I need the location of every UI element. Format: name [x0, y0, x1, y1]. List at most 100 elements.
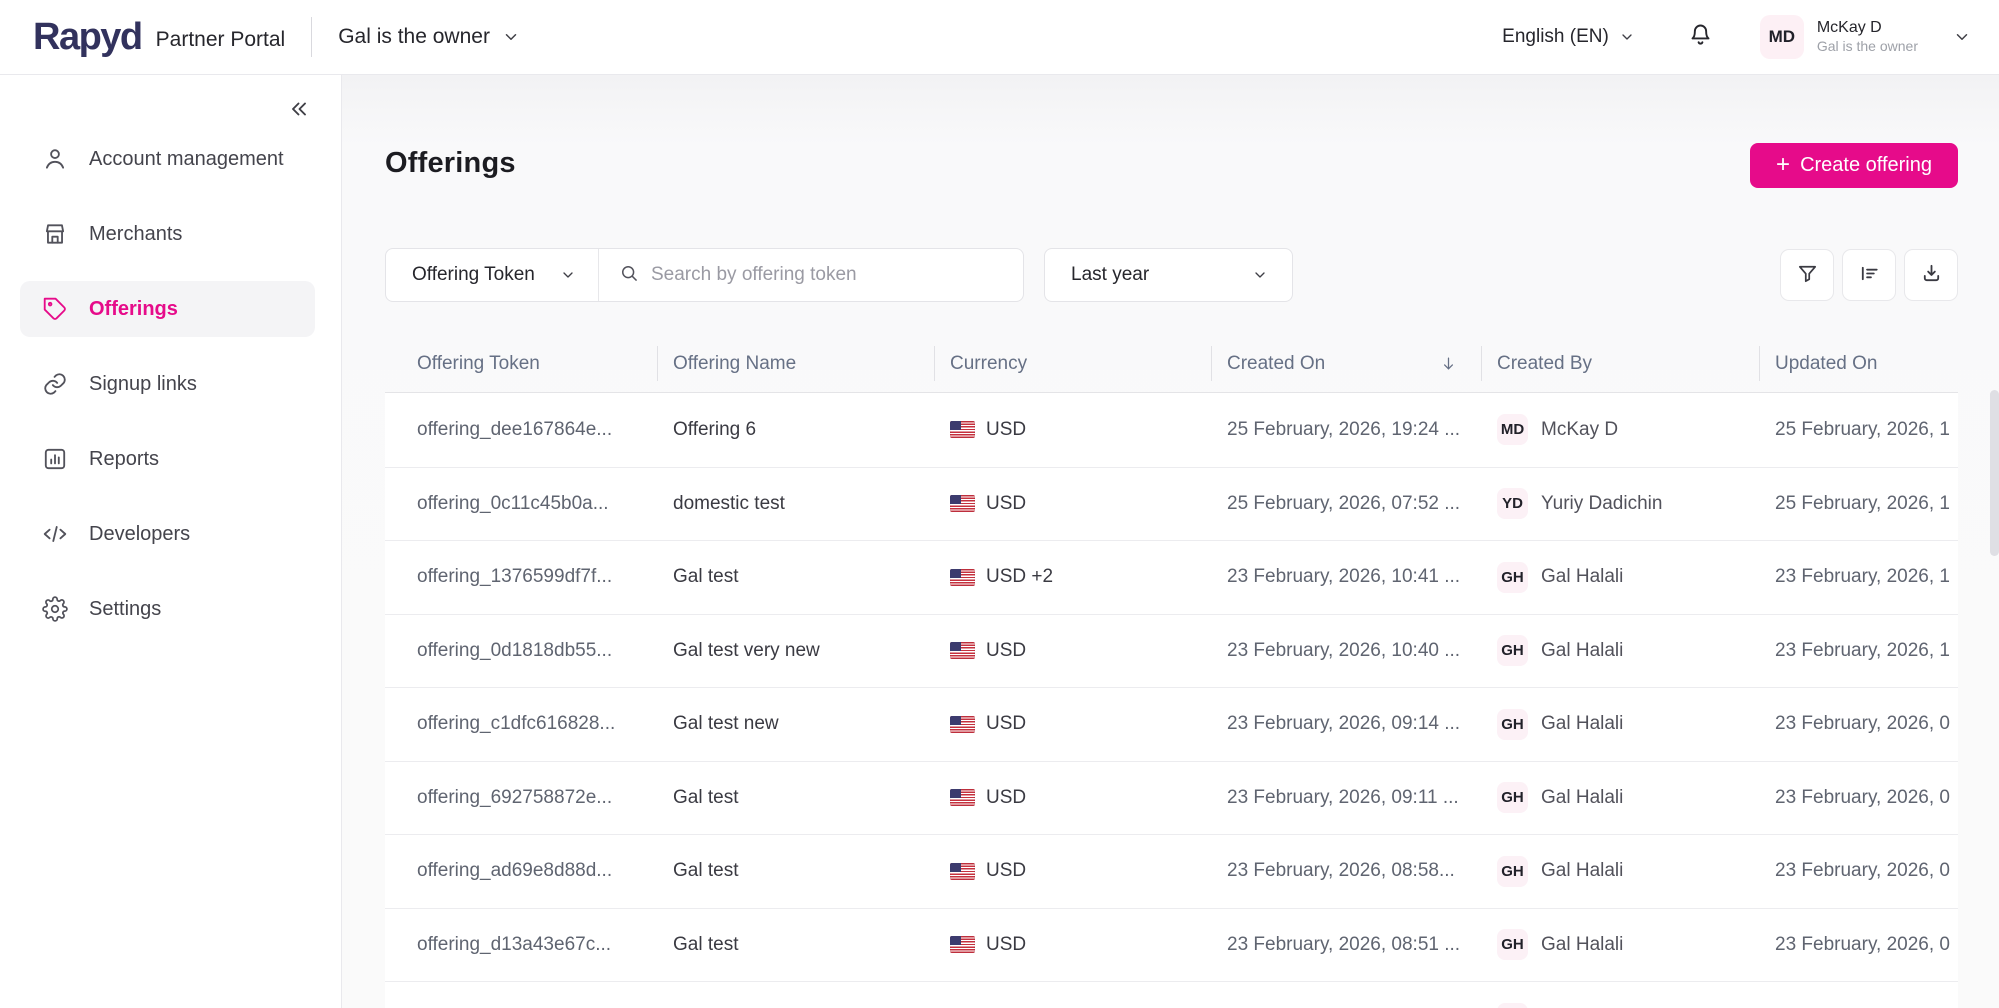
language-selector[interactable]: English (EN): [1502, 26, 1635, 48]
cell-currency: USD: [934, 934, 1211, 956]
cell-created-on: 25 February, 2026, 19:24 ...: [1227, 418, 1461, 440]
search-input[interactable]: [651, 264, 1007, 286]
download-button[interactable]: [1904, 249, 1958, 301]
sidebar-item-settings[interactable]: Settings: [20, 581, 315, 637]
user-name: McKay D: [1816, 19, 1882, 37]
creator-avatar: YD: [1497, 488, 1528, 520]
table-row[interactable]: offering_ad69e8d88d... Gal test USD 23 Febr…: [385, 834, 1958, 908]
topbar-right: English (EN) MD McKay D Gal is the owner: [1502, 15, 1971, 59]
currency-code: USD: [986, 418, 1027, 440]
cell-currency: USD: [934, 640, 1211, 662]
cell-created-by: GH Gal Halali: [1481, 708, 1759, 740]
sidebar-collapse-button[interactable]: [287, 97, 311, 123]
table-header-row: Offering Token Offering Name Currency Creat…: [385, 335, 1958, 393]
column-header-token[interactable]: Offering Token: [385, 335, 657, 392]
sidebar-item-account-management[interactable]: Account management: [20, 131, 315, 187]
filter-actions: [1780, 249, 1958, 301]
column-header-currency[interactable]: Currency: [934, 335, 1211, 392]
org-selector-dropdown[interactable]: Gal is the owner: [338, 25, 520, 49]
column-header-created_by[interactable]: Created By: [1481, 335, 1759, 392]
cell-offering-token: offering_dee167864e...: [417, 418, 613, 440]
cell-created-by: GH Gal Halali: [1481, 855, 1759, 887]
us-flag-icon: [950, 936, 975, 954]
table-row[interactable]: offering_d13a43e67c... Gal test USD 23 Febr…: [385, 907, 1958, 981]
cell-offering-name: Gal test: [673, 786, 739, 808]
column-header-updated_on[interactable]: Updated On: [1759, 335, 1958, 392]
currency-code: USD: [986, 933, 1027, 955]
double-chevron-left-icon: [287, 97, 311, 123]
notifications-button[interactable]: [1687, 21, 1714, 53]
cell-updated-on: 23 February, 2026, 1: [1775, 639, 1950, 661]
chevron-down-icon: [1619, 29, 1635, 45]
table-row[interactable]: offering_c1dfc616828... Gal test new USD 23…: [385, 687, 1958, 761]
sidebar-item-offerings[interactable]: Offerings: [20, 281, 315, 337]
cell-offering-token: offering_ad69e8d88d...: [417, 860, 613, 882]
cell-offering-name: Offering 6: [673, 418, 757, 440]
filter-button[interactable]: [1780, 249, 1834, 301]
cell-currency: USD: [934, 493, 1211, 515]
cell-updated-on: 23 February, 2026, 0: [1775, 786, 1950, 808]
cell-currency: USD: [934, 860, 1211, 882]
bar-chart-icon: [42, 446, 68, 472]
date-range-select[interactable]: Last year: [1044, 248, 1293, 302]
product-name: Partner Portal: [155, 28, 286, 51]
cell-currency: USD +2: [934, 566, 1211, 588]
column-header-label: Offering Token: [417, 352, 540, 374]
cell-offering-name: Gal test new: [673, 713, 779, 735]
page-head: Offerings + Create offering: [385, 143, 1958, 188]
table-row[interactable]: offering_1376599df7f... Gal test USD +2 23 …: [385, 540, 1958, 614]
column-header-label: Created On: [1227, 352, 1326, 374]
column-header-label: Updated On: [1775, 352, 1878, 374]
creator-name: Gal Halali: [1541, 639, 1624, 661]
sort-button[interactable]: [1842, 249, 1896, 301]
currency-code: USD: [986, 786, 1027, 808]
chevron-down-icon: [1953, 28, 1971, 46]
user-menu[interactable]: MD McKay D Gal is the owner: [1759, 15, 1971, 59]
cell-created-on: 23 February, 2026, 08:58...: [1227, 860, 1455, 882]
org-selector-label: Gal is the owner: [338, 25, 490, 48]
sidebar-item-developers[interactable]: Developers: [20, 506, 315, 562]
cell-created-on: 23 February, 2026, 10:40 ...: [1227, 639, 1461, 661]
chevron-down-icon: [560, 267, 576, 283]
cell-offering-token: offering_c1dfc616828...: [417, 713, 616, 735]
creator-name: Gal Halali: [1541, 713, 1624, 735]
column-header-label: Currency: [950, 352, 1028, 374]
sidebar-item-label: Developers: [89, 522, 191, 545]
topbar-divider: [311, 17, 313, 57]
creator-avatar: GH: [1497, 708, 1528, 740]
sidebar-item-reports[interactable]: Reports: [20, 431, 315, 487]
table-row[interactable]: offering_0c11c45b0a... domestic test USD 25…: [385, 466, 1958, 540]
column-header-label: Created By: [1497, 352, 1593, 374]
gear-icon: [42, 596, 68, 622]
sidebar-item-signup-links[interactable]: Signup links: [20, 356, 315, 412]
creator-name: Gal Halali: [1541, 933, 1624, 955]
search-field-selector[interactable]: Offering Token: [386, 249, 599, 301]
cell-created-by: GH Gal Halali: [1481, 782, 1759, 814]
cell-offering-token: offering_0c11c45b0a...: [417, 492, 609, 514]
cell-updated-on: 23 February, 2026, 1: [1775, 566, 1950, 588]
cell-offering-name: Gal test: [673, 860, 739, 882]
table-row[interactable]: offering_d9cf98cdb7...Gal testUSD23 Febr…: [385, 981, 1958, 1008]
cell-updated-on: 25 February, 2026, 1: [1775, 492, 1950, 514]
vertical-scrollbar-thumb[interactable]: [1990, 390, 1999, 556]
creator-avatar: GH: [1497, 929, 1528, 961]
column-header-created_on[interactable]: Created On: [1211, 335, 1481, 392]
sidebar-item-merchants[interactable]: Merchants: [20, 206, 315, 262]
sidebar-item-label: Account management: [89, 147, 284, 170]
us-flag-icon: [950, 862, 975, 880]
column-header-name[interactable]: Offering Name: [657, 335, 934, 392]
create-offering-button[interactable]: + Create offering: [1750, 143, 1958, 188]
cell-updated-on: 23 February, 2026, 0: [1775, 713, 1950, 735]
user-avatar: MD: [1759, 15, 1804, 59]
table-row[interactable]: offering_692758872e... Gal test USD 23 Febr…: [385, 760, 1958, 834]
cell-offering-token: offering_0d1818db55...: [417, 639, 613, 661]
date-range-label: Last year: [1071, 264, 1150, 285]
sidebar-collapse-row: [0, 97, 341, 123]
cell-created-on: 23 February, 2026, 08:51 ...: [1227, 933, 1461, 955]
sidebar: Account management Merchants Offerings Sign…: [0, 75, 342, 1008]
rapyd-logo: Rapyd: [33, 15, 143, 58]
cell-created-on: 25 February, 2026, 07:52 ...: [1227, 492, 1461, 514]
table-row[interactable]: offering_0d1818db55... Gal test very new U…: [385, 613, 1958, 687]
cell-created-on: 23 February, 2026, 10:41 ...: [1227, 566, 1461, 588]
table-row[interactable]: offering_dee167864e... Offering 6 USD 25 Fe…: [385, 393, 1958, 467]
